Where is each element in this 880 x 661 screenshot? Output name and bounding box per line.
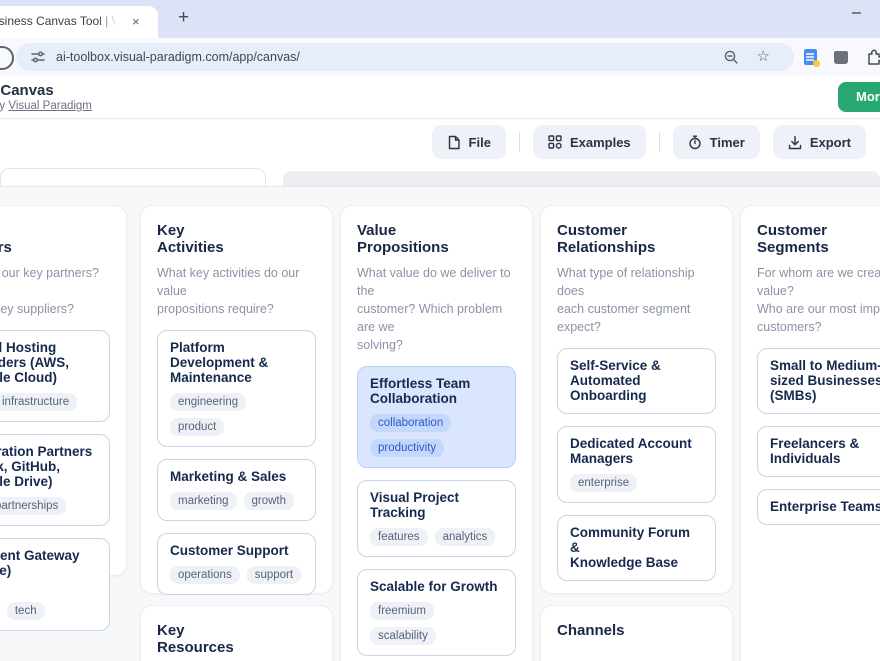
browser-tabstrip: Business Canvas Tool | Visual Paradigm ×… [0, 0, 880, 38]
card-title: Scalable for Growth [370, 579, 503, 594]
column-key-resources: Key Resources What key resources do our … [140, 605, 333, 661]
toolbar-divider [659, 132, 660, 152]
column-value-propositions: Value Propositions What value do we deli… [340, 205, 533, 661]
tag: partnerships [0, 497, 66, 515]
timer-icon [688, 135, 702, 150]
examples-grid-icon [548, 135, 562, 149]
tag: marketing [170, 492, 237, 510]
window-minimize-icon[interactable]: – [852, 4, 861, 22]
column-customer-segments: Customer Segments For whom are we creati… [740, 205, 880, 661]
card-title: Cloud Hosting Providers (AWS, Google Clo… [0, 340, 97, 385]
reload-icon-partial[interactable] [0, 46, 14, 70]
tag: tech [7, 602, 45, 620]
column-title: Key Resources [157, 622, 316, 656]
tag: freemium [370, 602, 434, 620]
canvas-card[interactable]: Freelancers & Individuals [757, 426, 880, 477]
browser-toolbar: ai-toolbox.visual-paradigm.com/app/canva… [0, 38, 880, 77]
file-icon [447, 135, 461, 150]
column-customer-relationships: Customer Relationships What type of rela… [540, 205, 733, 594]
column-title: Key Partners [0, 222, 110, 256]
tab-title-fade [98, 14, 118, 30]
canvas-card[interactable]: Customer Support operations support [157, 533, 316, 595]
column-title: Key Activities [157, 222, 316, 256]
url-text: ai-toolbox.visual-paradigm.com/app/canva… [56, 50, 300, 64]
card-title: Community Forum & Knowledge Base [570, 525, 703, 570]
canvas-card[interactable]: Payment Gateway (Stripe) payments tech [0, 538, 110, 631]
tag: scalability [370, 627, 436, 645]
canvas-card[interactable]: Platform Development & Maintenance engin… [157, 330, 316, 447]
canvas-area: Key Partners Who are our key partners? W… [0, 186, 880, 661]
new-tab-button[interactable]: + [178, 7, 189, 29]
canvas-card[interactable]: Dedicated Account Managers enterprise [557, 426, 716, 503]
column-channels: Channels Through which channels do our c… [540, 605, 733, 661]
tag: features [370, 528, 428, 546]
bookmark-star-icon[interactable]: ☆ [757, 49, 770, 65]
tag: enterprise [570, 474, 637, 492]
column-title: Customer Relationships [557, 222, 716, 256]
examples-button[interactable]: Examples [533, 125, 646, 159]
canvas-card-highlighted[interactable]: Effortless Team Collaboration collaborat… [357, 366, 516, 468]
tab-close-icon[interactable]: × [132, 15, 140, 29]
page-title: Business Model Canvas [0, 82, 54, 99]
canvas-card[interactable]: Cloud Hosting Providers (AWS, Google Clo… [0, 330, 110, 422]
gray-extension-icon[interactable] [834, 51, 848, 64]
column-question: For whom are we creating value? Who are … [757, 264, 880, 336]
column-question: What value do we deliver to the customer… [357, 264, 516, 354]
docs-extension-icon[interactable] [804, 49, 817, 65]
tag: product [170, 418, 224, 436]
card-title: Platform Development & Maintenance [170, 340, 303, 385]
card-title: Enterprise Teams [770, 499, 880, 514]
page-header: Business Model Canvas by Visual Paradigm… [0, 76, 880, 119]
extensions-puzzle-icon[interactable] [865, 48, 880, 66]
canvas-tabbar [0, 166, 880, 186]
actions-row: File Examples Timer [0, 119, 880, 166]
address-bar[interactable]: ai-toolbox.visual-paradigm.com/app/canva… [16, 43, 794, 71]
canvas-card[interactable]: Visual Project Tracking features analyti… [357, 480, 516, 557]
tag: collaboration [370, 414, 451, 432]
tag: infrastructure [0, 393, 77, 411]
tag: operations [170, 566, 240, 584]
canvas-card[interactable]: Small to Medium- sized Businesses (SMBs) [757, 348, 880, 414]
column-title: Customer Segments [757, 222, 880, 256]
card-title: Dedicated Account Managers [570, 436, 703, 466]
card-title: Small to Medium- sized Businesses (SMBs) [770, 358, 880, 403]
file-button[interactable]: File [432, 125, 506, 159]
canvas-card[interactable]: Community Forum & Knowledge Base [557, 515, 716, 581]
byline: by Visual Paradigm [0, 100, 300, 115]
column-key-partners: Key Partners Who are our key partners? W… [0, 205, 127, 576]
card-title: Self-Service & Automated Onboarding [570, 358, 703, 403]
canvas-card[interactable]: Self-Service & Automated Onboarding [557, 348, 716, 414]
card-title: Effortless Team Collaboration [370, 376, 503, 406]
visual-paradigm-link[interactable]: Visual Paradigm [8, 100, 92, 112]
canvas-card[interactable]: Scalable for Growth freemium scalability [357, 569, 516, 656]
card-title: Payment Gateway (Stripe) [0, 548, 97, 578]
more-button[interactable]: More [838, 82, 880, 112]
card-title: Integration Partners (Slack, GitHub, Goo… [0, 444, 97, 489]
column-key-activities: Key Activities What key activities do ou… [140, 205, 333, 594]
export-button[interactable]: Export [773, 125, 866, 159]
card-title: Marketing & Sales [170, 469, 303, 484]
canvas-card[interactable]: Marketing & Sales marketing growth [157, 459, 316, 521]
card-title: Customer Support [170, 543, 303, 558]
site-settings-icon[interactable] [30, 49, 46, 65]
card-title: Freelancers & Individuals [770, 436, 880, 466]
column-question: What type of relationship does each cust… [557, 264, 716, 336]
browser-tab[interactable]: Business Canvas Tool | Visual Paradigm × [0, 6, 158, 38]
timer-button[interactable]: Timer [673, 125, 760, 159]
column-title: Value Propositions [357, 222, 516, 256]
column-question: What key activities do our value proposi… [157, 264, 316, 318]
card-title: Visual Project Tracking [370, 490, 503, 520]
tag: growth [244, 492, 295, 510]
export-download-icon [788, 135, 802, 150]
tag: analytics [435, 528, 496, 546]
column-title: Channels [557, 622, 716, 639]
tag: support [247, 566, 301, 584]
canvas-card[interactable]: Enterprise Teams [757, 489, 880, 525]
zoom-out-icon[interactable] [723, 49, 739, 65]
column-question: Who are our key partners? Who are our ke… [0, 264, 110, 318]
tag: engineering [170, 393, 246, 411]
canvas-card[interactable]: Integration Partners (Slack, GitHub, Goo… [0, 434, 110, 526]
tag: productivity [370, 439, 444, 457]
toolbar-divider [519, 132, 520, 152]
